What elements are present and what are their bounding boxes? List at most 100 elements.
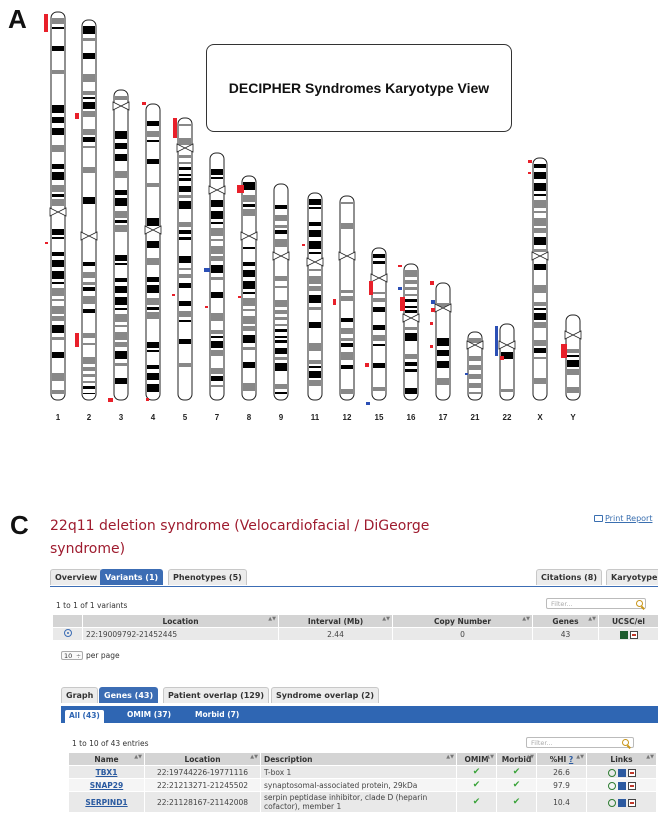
genes-header-hi[interactable]: %HI ? ▲▼ <box>536 752 587 766</box>
gene-link-snap29[interactable]: SNAP29 <box>90 781 123 790</box>
chromosome-label: 7 <box>214 413 220 422</box>
chromosome-21 <box>466 331 484 401</box>
syndrome-marker[interactable] <box>146 398 149 401</box>
syndrome-marker[interactable] <box>108 398 113 402</box>
genes-header-description[interactable]: Description ▲▼ <box>260 752 457 766</box>
gene-link-tbx1[interactable]: TBX1 <box>96 768 118 777</box>
table-row: SNAP29 22:21213271-21245502 synaptosomal… <box>68 778 657 792</box>
syndrome-marker[interactable] <box>500 356 504 360</box>
external-link-icon[interactable] <box>627 781 636 790</box>
syndrome-marker[interactable] <box>205 306 208 308</box>
syndrome-marker[interactable] <box>173 118 177 138</box>
gene-hi-score: 10.4 <box>536 791 587 813</box>
ucsc-link-icon[interactable] <box>619 630 628 639</box>
syndrome-marker[interactable] <box>561 344 567 358</box>
chromosome-label: 16 <box>406 413 416 422</box>
variant-location: 22:19009792-21452445 <box>82 627 279 641</box>
syndrome-marker[interactable] <box>369 281 373 295</box>
syndrome-marker[interactable] <box>172 294 175 296</box>
syndrome-marker[interactable] <box>431 308 435 312</box>
syndrome-marker[interactable] <box>430 345 433 348</box>
ensembl-link-icon[interactable] <box>617 781 626 790</box>
syndrome-marker[interactable] <box>237 185 244 193</box>
syndrome-marker[interactable] <box>333 299 336 305</box>
tab-karyotype[interactable]: Karyotype <box>606 569 658 585</box>
per-page-control: 10 per page <box>61 651 120 661</box>
chromosome-11 <box>306 192 324 401</box>
genes-filter-input[interactable]: Filter... <box>526 737 634 748</box>
tab-genes[interactable]: Genes (43) <box>99 687 159 703</box>
per-page-select[interactable]: 10 <box>61 651 83 661</box>
gene-description: serpin peptidase inhibitor, clade D (hep… <box>260 791 457 813</box>
ensembl-link-icon[interactable] <box>617 768 626 777</box>
variants-header-genes[interactable]: Genes ▲▼ <box>532 614 599 628</box>
genes-header-omim[interactable]: OMIM ▲▼ <box>456 752 497 766</box>
table-row: 22:19009792-21452445 2.44 0 43 <box>52 627 658 641</box>
variants-header-copy-number[interactable]: Copy Number ▲▼ <box>392 614 533 628</box>
syndrome-marker[interactable] <box>75 113 79 119</box>
variant-radio[interactable] <box>52 627 83 641</box>
syndrome-marker[interactable] <box>366 402 370 405</box>
syndrome-marker[interactable] <box>75 333 79 347</box>
variants-filter-input[interactable]: Filter... <box>546 598 646 609</box>
syndrome-marker[interactable] <box>431 300 435 304</box>
syndrome-marker[interactable] <box>365 363 369 367</box>
syndrome-marker[interactable] <box>238 296 241 298</box>
variants-header-location[interactable]: Location ▲▼ <box>82 614 279 628</box>
gene-description: T-box 1 <box>260 765 457 779</box>
tab-graph[interactable]: Graph <box>61 687 99 703</box>
subtab-omim[interactable]: OMIM (37) <box>123 709 175 721</box>
per-page-label: per page <box>86 651 120 660</box>
syndrome-marker[interactable] <box>398 287 402 290</box>
print-report-link[interactable]: Print Report <box>594 514 652 523</box>
syndrome-marker[interactable] <box>204 268 210 272</box>
gene-subtab-bar: All (43) OMIM (37) Morbid (7) <box>61 706 658 723</box>
gene-hi-score: 97.9 <box>536 778 587 792</box>
syndrome-marker[interactable] <box>528 172 531 174</box>
gene-link-serpind1[interactable]: SERPIND1 <box>85 798 127 807</box>
chromosome-22 <box>498 323 516 401</box>
tab-variants[interactable]: Variants (1) <box>100 569 164 585</box>
external-link-icon[interactable] <box>629 630 638 639</box>
genes-header-name[interactable]: Name ▲▼ <box>68 752 145 766</box>
syndrome-marker[interactable] <box>400 297 405 311</box>
syndrome-marker[interactable] <box>44 14 48 32</box>
tab-overview[interactable]: Overview <box>50 569 103 585</box>
syndrome-marker[interactable] <box>465 373 468 375</box>
external-link-icon[interactable] <box>627 798 636 807</box>
gene-location: 22:19744226-19771116 <box>144 765 261 779</box>
tab-phenotypes[interactable]: Phenotypes (5) <box>168 569 247 585</box>
syndrome-marker[interactable] <box>302 244 305 246</box>
syndrome-marker[interactable] <box>495 326 498 356</box>
external-link-icon[interactable] <box>627 768 636 777</box>
search-icon[interactable] <box>636 600 643 607</box>
tab-citations[interactable]: Citations (8) <box>536 569 603 585</box>
radio-selected-icon[interactable] <box>63 629 72 637</box>
subtab-all[interactable]: All (43) <box>65 710 104 723</box>
syndrome-marker[interactable] <box>45 242 48 244</box>
syndrome-marker[interactable] <box>398 265 402 267</box>
ensembl-link-icon[interactable] <box>617 798 626 807</box>
variants-header-interval[interactable]: Interval (Mb) ▲▼ <box>278 614 393 628</box>
chromosome-label: 1 <box>55 413 61 422</box>
chromosome-17 <box>434 282 452 401</box>
genes-header-location[interactable]: Location ▲▼ <box>144 752 261 766</box>
gene-tab-bar: Graph Genes (43) Patient overlap (129) S… <box>61 687 658 704</box>
tab-patient-overlap[interactable]: Patient overlap (129) <box>163 687 270 703</box>
omim-link-icon[interactable] <box>607 768 616 777</box>
subtab-morbid[interactable]: Morbid (7) <box>191 709 243 721</box>
hi-help-link[interactable]: ? <box>569 755 573 764</box>
syndrome-marker[interactable] <box>430 281 434 285</box>
omim-link-icon[interactable] <box>607 781 616 790</box>
genes-table: Name ▲▼ Location ▲▼ Description ▲▼ OMIM ▲▼ M… <box>68 752 657 813</box>
syndrome-marker[interactable] <box>142 102 146 105</box>
variant-copy-number: 0 <box>392 627 533 641</box>
syndrome-marker[interactable] <box>528 160 532 163</box>
search-icon[interactable] <box>622 739 629 746</box>
omim-link-icon[interactable] <box>607 798 616 807</box>
chromosome-label: 11 <box>310 413 320 422</box>
genes-header-morbid[interactable]: Morbid ▲▼ <box>496 752 537 766</box>
chromosome-Y <box>564 314 582 401</box>
tab-syndrome-overlap[interactable]: Syndrome overlap (2) <box>271 687 379 703</box>
syndrome-marker[interactable] <box>430 322 433 325</box>
